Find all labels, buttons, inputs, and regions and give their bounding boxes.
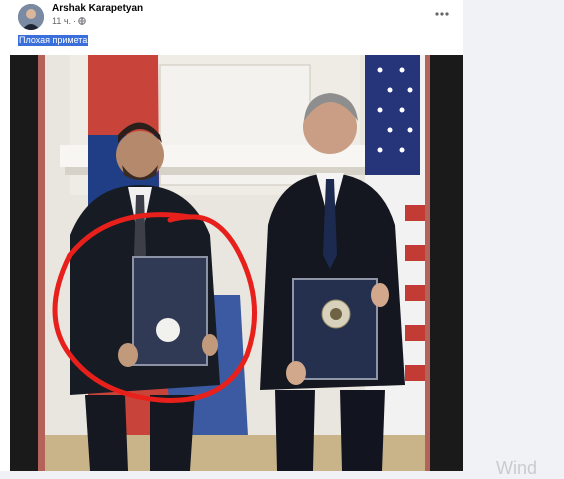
globe-icon — [78, 17, 86, 25]
post-meta: 11 ч. · — [52, 16, 86, 26]
more-options-button[interactable] — [430, 5, 454, 23]
post-header: Arshak Karapetyan 11 ч. · Плохая примета — [0, 0, 463, 55]
right-panel — [463, 0, 564, 471]
post-caption: Плохая примета — [18, 35, 89, 46]
author-name[interactable]: Arshak Karapetyan — [52, 3, 143, 14]
activation-watermark: Wind — [496, 458, 538, 478]
author-avatar[interactable] — [18, 4, 44, 30]
post-time[interactable]: 11 ч. — [52, 16, 71, 26]
post-card: Arshak Karapetyan 11 ч. · Плохая примета — [0, 0, 463, 471]
post-photo[interactable] — [10, 55, 463, 471]
more-dots-icon — [435, 12, 449, 16]
meta-separator: · — [73, 16, 77, 26]
